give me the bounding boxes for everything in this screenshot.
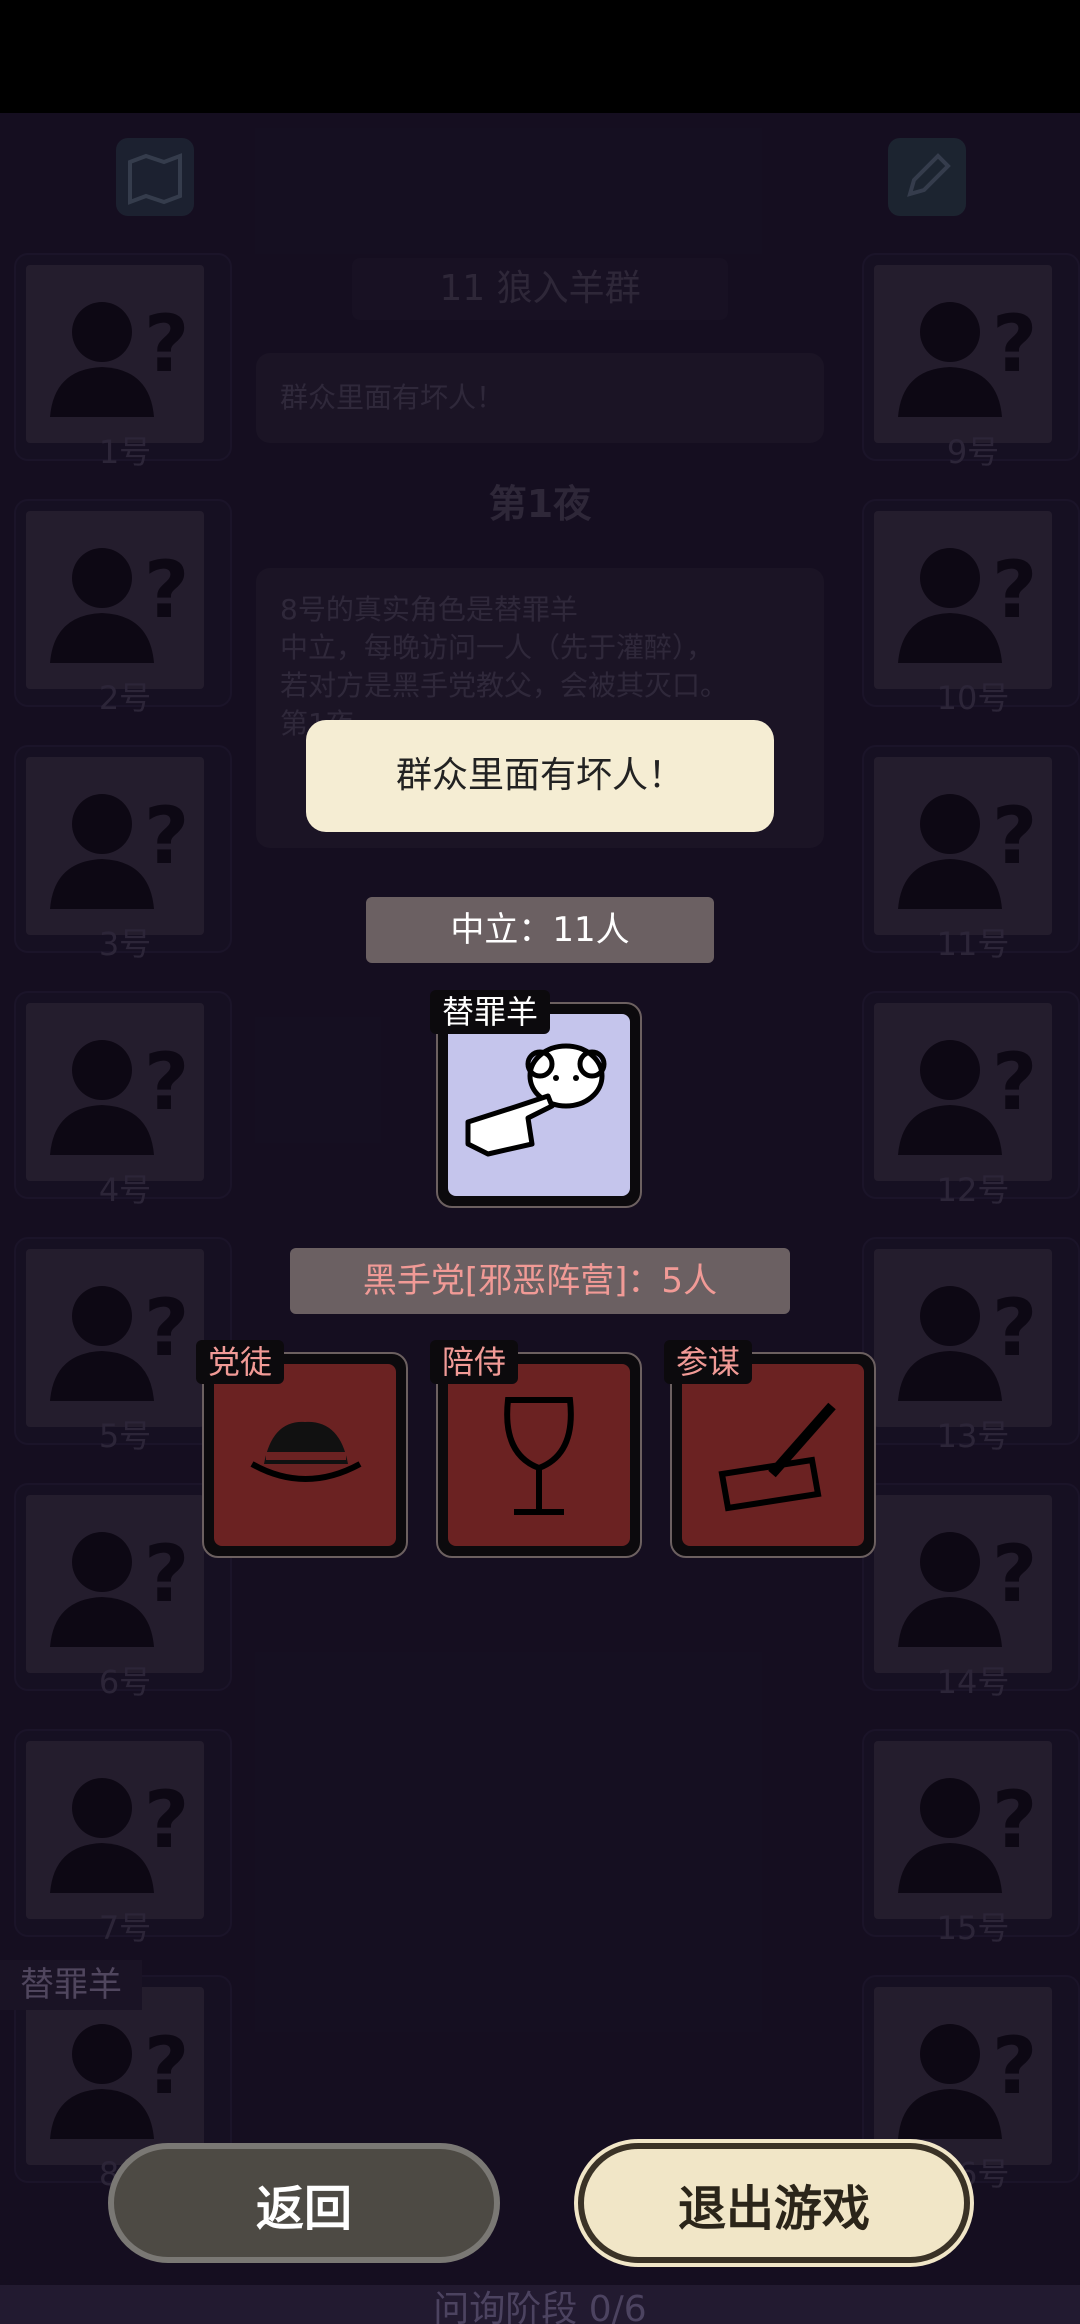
role-card-escort[interactable]: 陪侍 bbox=[430, 1340, 642, 1558]
modal-dim bbox=[0, 113, 1080, 2324]
status-bar bbox=[0, 0, 1080, 113]
game-board: 11 狼入羊群 群众里面有坏人！ 第1夜 8号的真实角色是替罪羊 中立，每晚访问… bbox=[0, 113, 1080, 2324]
toast-message: 群众里面有坏人！ bbox=[306, 720, 774, 832]
evil-header: 黑手党[邪恶阵营]：5人 bbox=[290, 1248, 790, 1314]
role-card-scapegoat[interactable]: 替罪羊 bbox=[430, 990, 642, 1208]
phase-status: 问询阶段 0/6 bbox=[0, 2285, 1080, 2324]
role-label: 陪侍 bbox=[430, 1340, 519, 1384]
role-label: 党徒 bbox=[196, 1340, 285, 1384]
exit-game-button[interactable]: 退出游戏 bbox=[578, 2143, 970, 2263]
role-label: 参谋 bbox=[664, 1340, 753, 1384]
role-card-advisor[interactable]: 参谋 bbox=[664, 1340, 876, 1558]
role-card-partisan[interactable]: 党徒 bbox=[196, 1340, 408, 1558]
neutral-header: 中立：11人 bbox=[366, 897, 714, 963]
revealed-role-tag: 替罪羊 bbox=[0, 1960, 142, 2010]
sheep-icon bbox=[465, 1043, 607, 1157]
wine-glass-icon bbox=[504, 1397, 574, 1515]
pen-writing-icon bbox=[718, 1402, 836, 1512]
back-button[interactable]: 返回 bbox=[108, 2143, 500, 2263]
role-label: 替罪羊 bbox=[430, 990, 551, 1034]
fedora-hat-icon bbox=[250, 1421, 362, 1482]
